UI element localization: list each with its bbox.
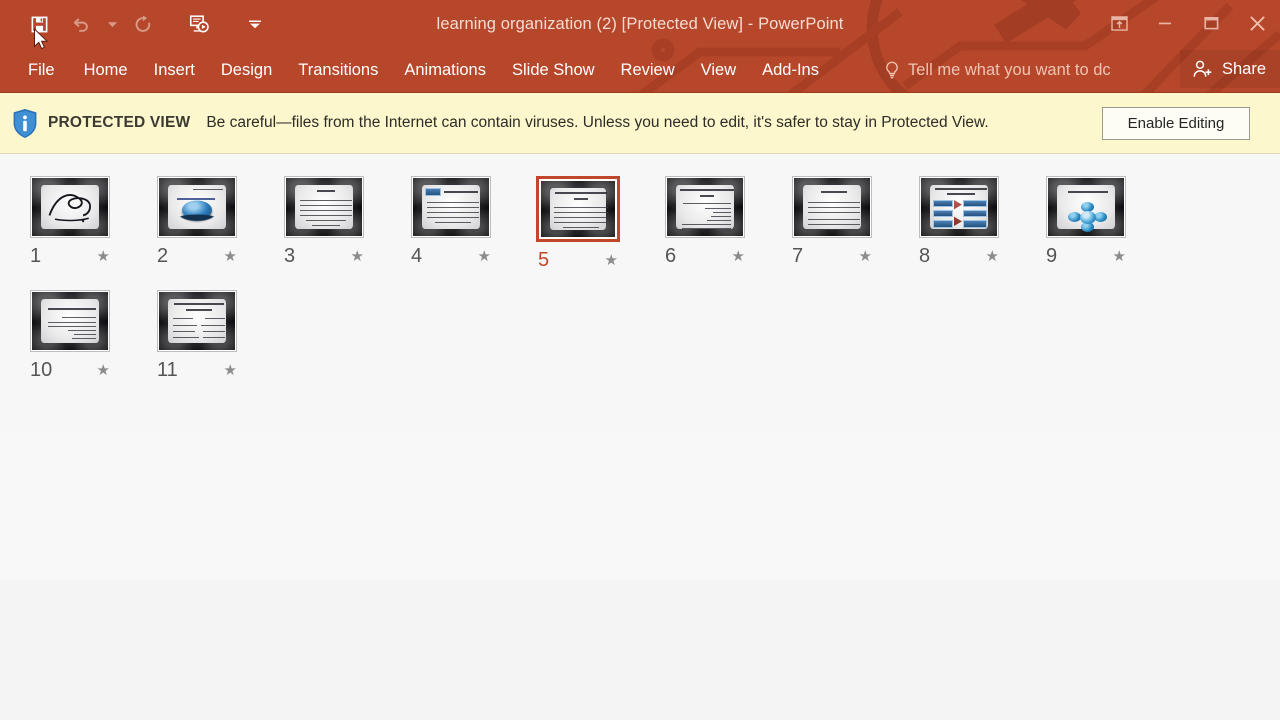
slide-number: 4: [411, 245, 423, 267]
slide-number: 7: [792, 245, 804, 267]
lightbulb-icon: [886, 61, 898, 78]
star-icon[interactable]: ★: [478, 249, 491, 264]
slide-grid: 1 ★ 2 ★ 3 ★ 4 ★ 5 ★ 6 ★ 7 ★ 8 ★ 9 ★ 10 ★…: [0, 176, 1280, 400]
protected-view-badge: PROTECTED VIEW: [48, 114, 191, 131]
tab-view[interactable]: View: [688, 50, 749, 90]
tab-add-ins[interactable]: Add-Ins: [749, 50, 832, 90]
slide-sorter-area: 1 ★ 2 ★ 3 ★ 4 ★ 5 ★ 6 ★ 7 ★ 8 ★ 9 ★ 10 ★…: [0, 154, 1280, 720]
tab-home[interactable]: Home: [71, 50, 141, 90]
star-icon[interactable]: ★: [351, 249, 364, 264]
tab-review[interactable]: Review: [608, 50, 688, 90]
slide-thumbnail-1[interactable]: 1 ★: [30, 176, 157, 270]
slide-diagram: [1048, 178, 1124, 236]
close-icon[interactable]: [1234, 3, 1280, 43]
slide-number: 9: [1046, 245, 1058, 267]
slide-thumbnail-9[interactable]: 9 ★: [1046, 176, 1173, 270]
slide-thumbnail-2[interactable]: 2 ★: [157, 176, 284, 270]
star-icon[interactable]: ★: [224, 249, 237, 264]
tell-me-search[interactable]: Tell me what you want to dc: [884, 61, 1111, 80]
tab-slide-show[interactable]: Slide Show: [499, 50, 608, 90]
slide-body-lines: [32, 292, 108, 350]
titlebar: learning organization (2) [Protected Vie…: [0, 0, 1280, 48]
slide-diagram: [921, 178, 997, 236]
undo-icon[interactable]: [60, 7, 102, 41]
slide-thumbnail-11[interactable]: 11 ★: [157, 290, 284, 380]
start-slideshow-icon[interactable]: [178, 7, 220, 41]
minimize-icon[interactable]: [1142, 3, 1188, 43]
star-icon[interactable]: ★: [986, 249, 999, 264]
enable-editing-button[interactable]: Enable Editing: [1102, 107, 1250, 140]
slide-body-lines: [794, 178, 870, 236]
ribbon-tabs: File Home Insert Design Transitions Anim…: [0, 48, 1280, 92]
slide-thumbnail-3[interactable]: 3 ★: [284, 176, 411, 270]
quick-access-toolbar: [0, 0, 276, 48]
globe-graphic: [178, 200, 216, 222]
window-controls: [1096, 0, 1280, 46]
slide-body-lines: [667, 178, 743, 236]
star-icon[interactable]: ★: [732, 249, 745, 264]
background-band-lower: [0, 580, 1280, 720]
background-band-upper: [0, 432, 1280, 580]
star-icon[interactable]: ★: [1113, 249, 1126, 264]
slide-number: 1: [30, 245, 42, 267]
star-icon[interactable]: ★: [859, 249, 872, 264]
slide-number: 8: [919, 245, 931, 267]
tab-insert[interactable]: Insert: [141, 50, 208, 90]
slide-thumbnail-4[interactable]: 4 ★: [411, 176, 538, 270]
slide-body-lines: [159, 292, 235, 350]
share-button[interactable]: Share: [1179, 50, 1280, 88]
slide-number: 6: [665, 245, 677, 267]
share-person-icon: [1193, 60, 1212, 77]
slide-number: 2: [157, 245, 169, 267]
slide-body-lines: [541, 181, 615, 237]
slide-thumbnail-6[interactable]: 6 ★: [665, 176, 792, 270]
protected-view-message: Be careful—files from the Internet can c…: [206, 114, 989, 131]
slide-number: 10: [30, 359, 53, 381]
customize-qat-icon[interactable]: [234, 7, 276, 41]
slide-thumbnail-8[interactable]: 8 ★: [919, 176, 1046, 270]
maximize-icon[interactable]: [1188, 3, 1234, 43]
share-label: Share: [1221, 59, 1266, 78]
star-icon[interactable]: ★: [605, 253, 618, 268]
slide-thumbnail-5[interactable]: 5 ★: [536, 176, 665, 271]
tell-me-placeholder: Tell me what you want to dc: [908, 60, 1111, 79]
ribbon-display-options-icon[interactable]: [1096, 3, 1142, 43]
undo-dropdown-icon[interactable]: [102, 7, 122, 41]
slide-body-lines: [286, 178, 362, 236]
app-title-bar: learning organization (2) [Protected Vie…: [0, 0, 1280, 92]
slide-thumbnail-7[interactable]: 7 ★: [792, 176, 919, 270]
slide-number: 11: [157, 359, 178, 381]
star-icon[interactable]: ★: [97, 249, 110, 264]
tab-file[interactable]: File: [14, 50, 71, 90]
tab-transitions[interactable]: Transitions: [285, 50, 391, 90]
tab-animations[interactable]: Animations: [391, 50, 499, 90]
slide-number: 5: [538, 249, 550, 271]
slide-body-lines: [413, 178, 489, 236]
save-icon[interactable]: [18, 7, 60, 41]
slide-number: 3: [284, 245, 296, 267]
redo-icon[interactable]: [122, 7, 164, 41]
calligraphy-art: [48, 194, 92, 223]
protected-view-bar: PROTECTED VIEW Be careful—files from the…: [0, 92, 1280, 154]
slide-thumbnail-10[interactable]: 10 ★: [30, 290, 157, 380]
info-shield-icon: [8, 108, 42, 139]
star-icon[interactable]: ★: [97, 363, 110, 378]
star-icon[interactable]: ★: [224, 363, 237, 378]
tab-design[interactable]: Design: [208, 50, 285, 90]
